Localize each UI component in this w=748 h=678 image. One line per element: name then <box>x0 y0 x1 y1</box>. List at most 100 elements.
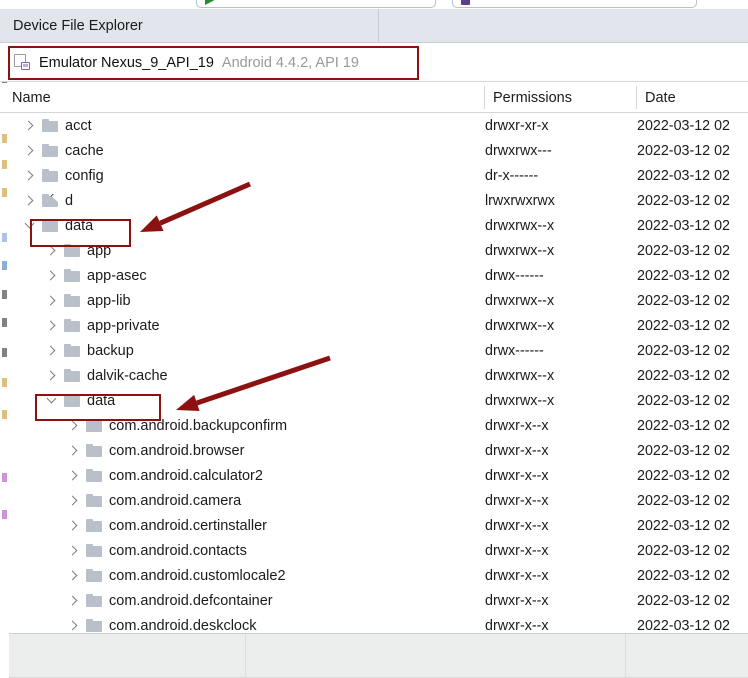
chevron-right-icon[interactable] <box>67 494 80 507</box>
bleed-mark <box>2 318 7 327</box>
file-name: dalvik-cache <box>87 367 168 384</box>
table-row[interactable]: cache drwxrwx--- 2022-03-12 02 <box>9 138 748 163</box>
table-row[interactable]: com.android.camera drwxr-x--x 2022-03-12 0… <box>9 488 748 513</box>
chevron-right-icon[interactable] <box>67 544 80 557</box>
table-row[interactable]: app drwxrwx--x 2022-03-12 02 <box>9 238 748 263</box>
table-row[interactable]: com.android.backupconfirm drwxr-x--x 2022-… <box>9 413 748 438</box>
file-name: data <box>87 392 116 409</box>
cell-name[interactable]: app <box>45 238 111 263</box>
cell-name[interactable]: d <box>23 188 73 213</box>
cell-name[interactable]: com.android.customlocale2 <box>67 563 286 588</box>
device-dropdown[interactable] <box>452 0 697 8</box>
chevron-right-icon[interactable] <box>67 469 80 482</box>
cell-date: 2022-03-12 02 <box>637 317 731 334</box>
table-row[interactable]: data drwxrwx--x 2022-03-12 02 <box>9 213 748 238</box>
file-name: app-private <box>87 317 160 334</box>
cell-name[interactable]: com.android.defcontainer <box>67 588 273 613</box>
cell-name[interactable]: app-asec <box>45 263 147 288</box>
chevron-right-icon[interactable] <box>67 594 80 607</box>
file-name: config <box>65 167 104 184</box>
table-row[interactable]: backup drwx------ 2022-03-12 02 <box>9 338 748 363</box>
chevron-down-icon[interactable] <box>23 219 36 232</box>
chevron-right-icon[interactable] <box>23 144 36 157</box>
file-name: app <box>87 242 112 259</box>
run-config-icon <box>205 0 214 5</box>
cell-name[interactable]: com.android.backupconfirm <box>67 413 287 438</box>
cell-permissions: drwxr-x--x <box>485 592 549 609</box>
table-row[interactable]: com.android.defcontainer drwxr-x--x 2022-0… <box>9 588 748 613</box>
device-selector[interactable]: Emulator Nexus_9_API_19 Android 4.4.2, A… <box>14 49 365 77</box>
cell-name[interactable]: data <box>45 388 115 413</box>
table-row[interactable]: config dr-x------ 2022-03-12 02 <box>9 163 748 188</box>
cell-name[interactable]: app-private <box>45 313 160 338</box>
tab-device-file-explorer[interactable]: Device File Explorer <box>0 8 379 43</box>
cell-name[interactable]: backup <box>45 338 134 363</box>
file-tree[interactable]: acct drwxr-xr-x 2022-03-12 02 cache drwxrwx-… <box>9 113 748 632</box>
table-row[interactable]: com.android.browser drwxr-x--x 2022-03-12 … <box>9 438 748 463</box>
file-name: app-asec <box>87 267 147 284</box>
cell-name[interactable]: acct <box>23 113 92 138</box>
chevron-right-icon[interactable] <box>45 319 58 332</box>
cell-name[interactable]: com.android.deskclock <box>67 613 257 632</box>
chevron-right-icon[interactable] <box>23 194 36 207</box>
cell-name[interactable]: app-lib <box>45 288 131 313</box>
cell-name[interactable]: com.android.contacts <box>67 538 247 563</box>
chevron-right-icon[interactable] <box>67 519 80 532</box>
chevron-down-icon[interactable] <box>45 394 58 407</box>
folder-icon <box>64 243 81 258</box>
chevron-right-icon[interactable] <box>23 119 36 132</box>
cell-permissions: drwxrwx--x <box>485 242 555 259</box>
table-row[interactable]: com.android.calculator2 drwxr-x--x 2022-03… <box>9 463 748 488</box>
bleed-mark <box>2 378 7 387</box>
chevron-right-icon[interactable] <box>45 244 58 257</box>
cell-name[interactable]: config <box>23 163 104 188</box>
tool-window-title: Device File Explorer <box>13 17 143 34</box>
folder-icon <box>42 143 59 158</box>
table-row[interactable]: com.android.contacts drwxr-x--x 2022-03-12… <box>9 538 748 563</box>
chevron-right-icon[interactable] <box>67 444 80 457</box>
cell-name[interactable]: cache <box>23 138 104 163</box>
cell-name[interactable]: com.android.browser <box>67 438 244 463</box>
file-name: cache <box>65 142 104 159</box>
cell-name[interactable]: data <box>23 213 93 238</box>
cell-name[interactable]: dalvik-cache <box>45 363 168 388</box>
cell-name[interactable]: com.android.calculator2 <box>67 463 263 488</box>
cell-permissions: drwxrwx--x <box>485 367 555 384</box>
chevron-right-icon[interactable] <box>67 619 80 632</box>
file-name: com.android.calculator2 <box>109 467 263 484</box>
table-row[interactable]: acct drwxr-xr-x 2022-03-12 02 <box>9 113 748 138</box>
device-selector-row[interactable]: Emulator Nexus_9_API_19 Android 4.4.2, A… <box>0 44 748 82</box>
cell-date: 2022-03-12 02 <box>637 442 731 459</box>
chevron-right-icon[interactable] <box>67 569 80 582</box>
folder-icon <box>64 343 81 358</box>
file-name: d <box>65 192 74 209</box>
run-configuration-dropdown[interactable] <box>196 0 436 8</box>
chevron-right-icon[interactable] <box>45 269 58 282</box>
cell-name[interactable]: com.android.certinstaller <box>67 513 267 538</box>
chevron-right-icon[interactable] <box>45 294 58 307</box>
bleed-mark <box>2 233 7 242</box>
cell-name[interactable]: com.android.camera <box>67 488 241 513</box>
table-row[interactable]: com.android.customlocale2 drwxr-x--x 2022-… <box>9 563 748 588</box>
table-row[interactable]: app-private drwxrwx--x 2022-03-12 02 <box>9 313 748 338</box>
chevron-right-icon[interactable] <box>67 419 80 432</box>
table-row[interactable]: app-lib drwxrwx--x 2022-03-12 02 <box>9 288 748 313</box>
folder-icon <box>86 543 103 558</box>
bleed-mark <box>2 160 7 169</box>
cell-date: 2022-03-12 02 <box>637 117 731 134</box>
table-row[interactable]: d lrwxrwxrwx 2022-03-12 02 <box>9 188 748 213</box>
column-header-permissions[interactable]: Permissions <box>485 83 637 112</box>
chevron-right-icon[interactable] <box>45 344 58 357</box>
table-row[interactable]: com.android.certinstaller drwxr-x--x 2022-… <box>9 513 748 538</box>
folder-icon <box>86 618 103 632</box>
table-row[interactable]: data drwxrwx--x 2022-03-12 02 <box>9 388 748 413</box>
table-row[interactable]: dalvik-cache drwxrwx--x 2022-03-12 02 <box>9 363 748 388</box>
column-header-name[interactable]: Name <box>0 83 485 112</box>
background-bleed-strip <box>0 18 9 658</box>
table-row[interactable]: com.android.deskclock drwxr-x--x 2022-03-1… <box>9 613 748 632</box>
cell-date: 2022-03-12 02 <box>637 217 731 234</box>
column-header-date[interactable]: Date <box>637 83 748 112</box>
chevron-right-icon[interactable] <box>23 169 36 182</box>
table-row[interactable]: app-asec drwx------ 2022-03-12 02 <box>9 263 748 288</box>
chevron-right-icon[interactable] <box>45 369 58 382</box>
